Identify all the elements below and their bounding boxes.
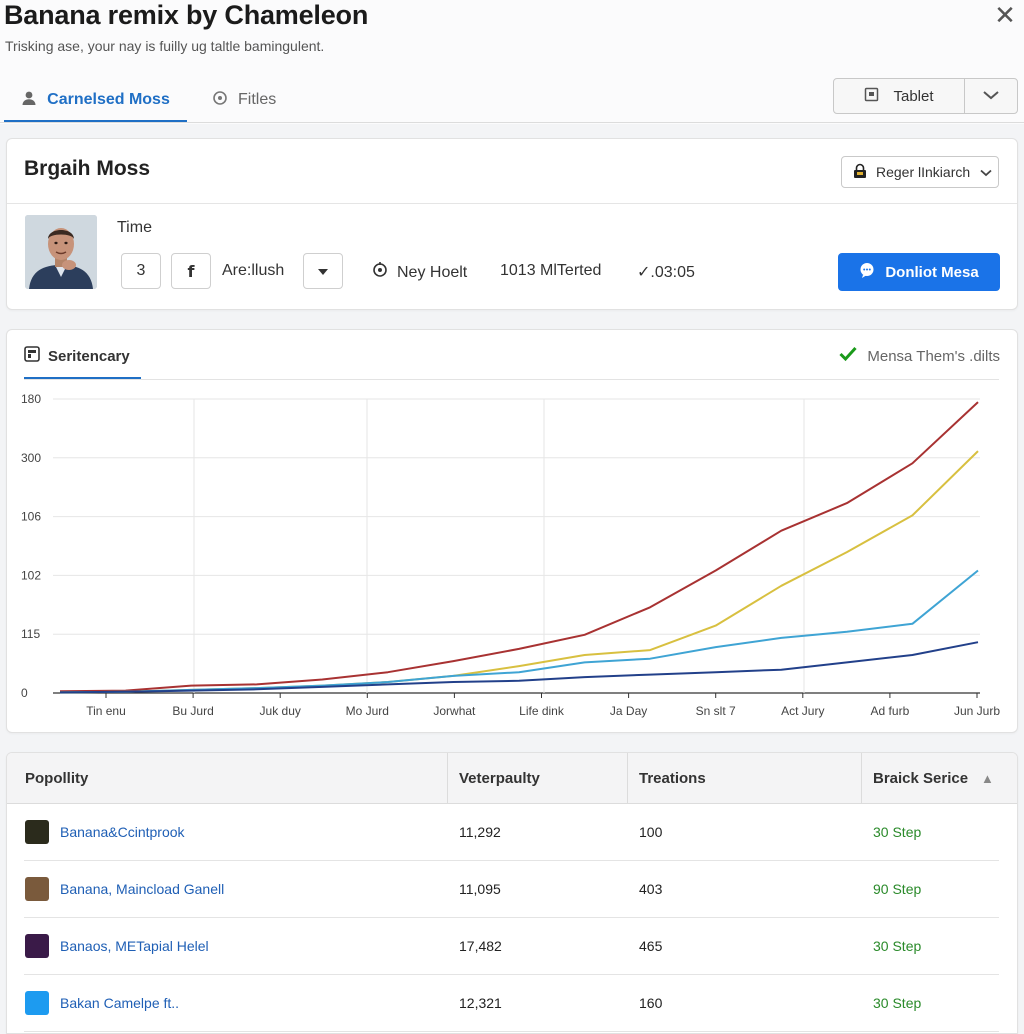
time-label: Time [117,219,152,236]
select-toggle[interactable] [303,253,343,289]
column-header-braick-serice[interactable]: Braick Serice [873,753,968,803]
row-name: Banana&Ccintprook [60,824,185,840]
column-divider [627,753,628,803]
view-selector: Tablet [833,78,1018,114]
row-treations: 100 [639,824,663,840]
y-tick-label: 106 [21,510,41,524]
target-icon [372,262,388,283]
row-veterpaulty: 12,321 [459,995,502,1011]
row-thumbnail [25,820,49,844]
metric-text: 1013 MlTerted [500,262,602,279]
column-header-treations[interactable]: Treations [639,753,706,803]
x-tick-label: Mo Jurd [346,704,389,718]
series-line-1 [59,401,979,693]
table-row[interactable]: Banana, Maincload Ganell 11,095 403 90 Step [24,861,999,918]
tab-label: Carnelsed Moss [47,91,170,108]
row-treations: 160 [639,995,663,1011]
sort-up-icon[interactable]: ▲ [981,753,994,803]
profile-card: Brgaih Moss Reger lInkiarch Time 3 f Are… [6,138,1018,310]
row-name: Bakan Camelpe ft.. [60,995,180,1011]
row-treations: 465 [639,938,663,954]
row-thumbnail [25,991,49,1015]
tab-carnelsed-moss[interactable]: Carnelsed Moss [4,80,187,123]
column-header-popollity[interactable]: Popollity [25,753,88,803]
table-row[interactable]: Banaos, METapial Helel 17,482 465 30 Step [24,918,999,975]
row-veterpaulty: 11,292 [459,824,501,840]
page-title: Banana remix by Chameleon [4,0,369,30]
location-text: Ney Hoelt [397,263,468,281]
app-header: Banana remix by Chameleon Trisking ase, … [0,0,1024,124]
series-line-2 [59,450,979,694]
row-name-cell[interactable]: Banaos, METapial Helel [25,918,209,974]
y-tick-label: 300 [21,451,41,465]
row-name-cell[interactable]: Banana&Ccintprook [25,804,185,860]
tab-label: Fitles [238,91,277,108]
profile-name: Brgaih Moss [24,157,151,180]
column-header-veterpaulty[interactable]: Veterpaulty [459,753,540,803]
row-name: Banana, Maincload Ganell [60,881,225,897]
y-tick-label: 0 [21,686,28,700]
table-row[interactable]: Bakan Camelpe ft.. 12,321 160 30 Step [24,975,999,1032]
x-tick-label: Act Jury [781,704,824,718]
donliot-mesa-button[interactable]: Donliot Mesa [838,253,1000,291]
y-tick-label: 115 [21,627,40,641]
row-braick-serice: 30 Step [873,824,922,840]
x-tick-label: Ad furb [871,704,910,718]
chat-icon [859,262,875,282]
x-tick-label: Jorwhat [433,704,476,718]
x-tick-label: Jun Jurb [954,704,1000,718]
lock-icon [852,163,868,182]
row-thumbnail [25,934,49,958]
row-braick-serice: 30 Step [873,995,922,1011]
x-tick-label: Ja Day [610,704,647,718]
column-divider [861,753,862,803]
y-tick-label: 102 [21,568,41,582]
x-tick-label: Bu Jurd [172,704,213,718]
y-tick-label: 180 [21,392,41,406]
row-thumbnail [25,877,49,901]
x-tick-label: Tin enu [86,704,126,718]
row-name-cell[interactable]: Banana, Maincload Ganell [25,861,224,917]
chevron-down-icon [980,164,992,180]
tab-divider [0,122,1024,123]
tag-icon [212,90,228,111]
region-dropdown-label: Reger lInkiarch [876,164,971,180]
user-icon [21,90,37,111]
tablet-view-label: Tablet [893,87,934,105]
x-tick-label: Juk duy [260,704,301,718]
profile-divider [7,203,1017,204]
row-veterpaulty: 11,095 [459,881,501,897]
results-table: Popollity Veterpaulty Treations Braick S… [6,752,1018,1034]
table-header: Popollity Veterpaulty Treations Braick S… [7,753,1017,804]
line-chart: 0 115 102 106 300 180 Tin enu Bu Jurd Juk duy Mo … [21,392,1000,718]
select-label: Are:llush [222,262,285,279]
page-subtitle: Trisking ase, your nay is fuilly ug talt… [5,38,325,54]
view-dropdown-toggle[interactable] [965,79,1017,113]
close-icon[interactable]: ✕ [990,0,1020,30]
chevron-down-icon [982,87,1000,105]
row-braick-serice: 30 Step [873,938,922,954]
row-treations: 403 [639,881,663,897]
x-tick-label: Sn slt 7 [696,704,736,718]
row-veterpaulty: 17,482 [459,938,502,954]
tab-fitles[interactable]: Fitles [212,80,276,120]
table-row[interactable]: Banana&Ccintprook 11,292 100 30 Step [24,804,999,861]
region-dropdown[interactable]: Reger lInkiarch [841,156,999,188]
count-box[interactable]: 3 [121,253,161,289]
tablet-view-button[interactable]: Tablet [834,79,965,113]
series-line-3 [59,569,979,694]
column-divider [447,753,448,803]
x-tick-label: Life dink [519,704,565,718]
row-name: Banaos, METapial Helel [60,938,209,954]
row-braick-serice: 90 Step [873,881,922,897]
facebook-icon[interactable]: f [171,253,211,289]
location-info: Ney Hoelt [372,262,467,283]
row-name-cell[interactable]: Bakan Camelpe ft.. [25,975,179,1031]
tablet-icon [864,87,879,106]
caret-down-icon [318,262,328,280]
primary-button-label: Donliot Mesa [885,263,979,281]
avatar [25,215,97,289]
duration-text: ✓.03:05 [637,264,695,281]
